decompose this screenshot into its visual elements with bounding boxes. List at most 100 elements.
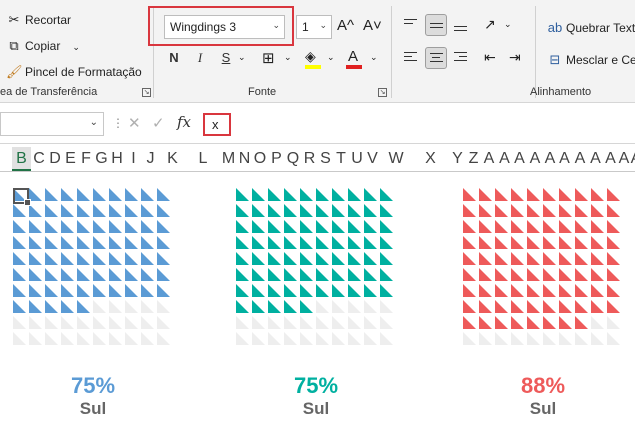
column-header[interactable]: Q	[285, 147, 301, 171]
waffle-cell-empty[interactable]	[332, 332, 345, 345]
waffle-cell-filled[interactable]	[284, 252, 297, 265]
waffle-cell-filled[interactable]	[607, 268, 620, 281]
align-right-button[interactable]	[450, 47, 472, 69]
waffle-cell-filled[interactable]	[300, 268, 313, 281]
waffle-cell-filled[interactable]	[559, 188, 572, 201]
waffle-cell-filled[interactable]	[364, 188, 377, 201]
waffle-cell-filled[interactable]	[13, 284, 26, 297]
column-header[interactable]: G	[94, 147, 109, 171]
waffle-cell-empty[interactable]	[332, 300, 345, 313]
waffle-cell-filled[interactable]	[511, 316, 524, 329]
column-header[interactable]: T	[333, 147, 349, 171]
waffle-cell-filled[interactable]	[364, 204, 377, 217]
waffle-cell-filled[interactable]	[607, 300, 620, 313]
waffle-cell-filled[interactable]	[527, 268, 540, 281]
column-header[interactable]: B	[12, 147, 31, 171]
waffle-cell-filled[interactable]	[463, 236, 476, 249]
waffle-cell-filled[interactable]	[332, 220, 345, 233]
waffle-cell-empty[interactable]	[591, 316, 604, 329]
waffle-cell-filled[interactable]	[380, 188, 393, 201]
waffle-cell-filled[interactable]	[591, 284, 604, 297]
waffle-cell-filled[interactable]	[45, 284, 58, 297]
waffle-cell-filled[interactable]	[316, 204, 329, 217]
waffle-cell-filled[interactable]	[527, 220, 540, 233]
waffle-cell-filled[interactable]	[109, 252, 122, 265]
waffle-cell-filled[interactable]	[125, 284, 138, 297]
waffle-cell-empty[interactable]	[380, 332, 393, 345]
waffle-cell-empty[interactable]	[109, 300, 122, 313]
waffle-cell-empty[interactable]	[236, 316, 249, 329]
waffle-cell-empty[interactable]	[348, 316, 361, 329]
waffle-cell-filled[interactable]	[284, 268, 297, 281]
chevron-down-icon[interactable]: ⌄	[284, 52, 292, 63]
waffle-cell-filled[interactable]	[268, 236, 281, 249]
waffle-cell-filled[interactable]	[300, 220, 313, 233]
waffle-cell-filled[interactable]	[348, 188, 361, 201]
waffle-cell-filled[interactable]	[575, 300, 588, 313]
column-header[interactable]: S	[318, 147, 333, 171]
waffle-cell-filled[interactable]	[479, 268, 492, 281]
waffle-cell-empty[interactable]	[125, 332, 138, 345]
waffle-cell-empty[interactable]	[45, 332, 58, 345]
waffle-cell-filled[interactable]	[141, 252, 154, 265]
waffle-cell-empty[interactable]	[77, 332, 90, 345]
waffle-cell-empty[interactable]	[348, 300, 361, 313]
waffle-cell-filled[interactable]	[364, 284, 377, 297]
waffle-cell-filled[interactable]	[157, 284, 170, 297]
waffle-cell-filled[interactable]	[13, 236, 26, 249]
waffle-cell-filled[interactable]	[252, 236, 265, 249]
waffle-cell-filled[interactable]	[495, 188, 508, 201]
name-box[interactable]: ⌄	[0, 112, 104, 136]
waffle-cell-filled[interactable]	[236, 252, 249, 265]
cancel-icon[interactable]: ✕	[128, 114, 141, 132]
column-header[interactable]: A	[497, 147, 512, 171]
waffle-cell-empty[interactable]	[332, 316, 345, 329]
waffle-cell-filled[interactable]	[77, 220, 90, 233]
waffle-cell-filled[interactable]	[332, 252, 345, 265]
waffle-cell-filled[interactable]	[29, 236, 42, 249]
waffle-cell-empty[interactable]	[109, 316, 122, 329]
waffle-cell-filled[interactable]	[591, 220, 604, 233]
waffle-cell-filled[interactable]	[93, 236, 106, 249]
waffle-cell-filled[interactable]	[511, 300, 524, 313]
waffle-cell-filled[interactable]	[364, 252, 377, 265]
column-header[interactable]: J	[142, 147, 159, 171]
waffle-cell-empty[interactable]	[125, 316, 138, 329]
waffle-cell-filled[interactable]	[61, 188, 74, 201]
waffle-cell-filled[interactable]	[125, 204, 138, 217]
waffle-cell-empty[interactable]	[316, 300, 329, 313]
waffle-cell-filled[interactable]	[141, 268, 154, 281]
waffle-cell-filled[interactable]	[252, 284, 265, 297]
waffle-cell-empty[interactable]	[268, 332, 281, 345]
waffle-cell-filled[interactable]	[236, 236, 249, 249]
column-header[interactable]: A	[512, 147, 527, 171]
waffle-cell-empty[interactable]	[348, 332, 361, 345]
formula-input[interactable]: x	[204, 114, 629, 135]
waffle-cell-filled[interactable]	[575, 252, 588, 265]
italic-button[interactable]: I	[190, 50, 210, 66]
waffle-cell-filled[interactable]	[268, 188, 281, 201]
format-painter-button[interactable]: 🖌 Pincel de Formatação	[6, 64, 142, 80]
waffle-cell-filled[interactable]	[575, 284, 588, 297]
grow-font-button[interactable]: A^	[337, 17, 354, 34]
waffle-cell-filled[interactable]	[13, 252, 26, 265]
bold-button[interactable]: N	[164, 50, 184, 65]
waffle-cell-filled[interactable]	[380, 284, 393, 297]
waffle-cell-filled[interactable]	[157, 252, 170, 265]
waffle-cell-filled[interactable]	[364, 236, 377, 249]
waffle-cell-filled[interactable]	[284, 300, 297, 313]
waffle-cell-filled[interactable]	[348, 236, 361, 249]
column-header[interactable]: E	[63, 147, 78, 171]
waffle-cell-empty[interactable]	[607, 332, 620, 345]
waffle-cell-empty[interactable]	[591, 332, 604, 345]
waffle-cell-filled[interactable]	[236, 268, 249, 281]
waffle-cell-filled[interactable]	[268, 268, 281, 281]
waffle-cell-filled[interactable]	[495, 236, 508, 249]
waffle-cell-filled[interactable]	[236, 284, 249, 297]
column-header[interactable]: K	[159, 147, 186, 171]
waffle-cell-filled[interactable]	[559, 268, 572, 281]
waffle-cell-filled[interactable]	[61, 252, 74, 265]
waffle-cell-filled[interactable]	[380, 236, 393, 249]
waffle-cell-filled[interactable]	[157, 268, 170, 281]
chevron-down-icon[interactable]: ⌄	[327, 52, 335, 63]
